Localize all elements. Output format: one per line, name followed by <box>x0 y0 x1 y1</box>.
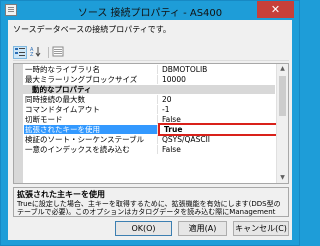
help-title: 拡張された主キーを使用 <box>17 190 105 199</box>
title-bar[interactable]: ソース 接続プロパティ - AS400 ✕ <box>1 1 299 20</box>
grid-scrollbar[interactable]: ▲ ▼ <box>276 64 288 183</box>
category-label: 動的なプロパティ <box>32 85 92 94</box>
category-dynamic-properties[interactable]: ▲ 動的なプロパティ <box>23 85 275 94</box>
scroll-down-arrow-icon[interactable]: ▼ <box>277 173 288 183</box>
dialog-client-area: ソースデータベースの接続プロパティです。 AZ 一時的なライブラリ名 DBMOT… <box>8 20 292 240</box>
svg-text:Z: Z <box>30 52 34 57</box>
property-row-max-connections[interactable]: 同時接続の最大数 20 <box>23 95 275 104</box>
property-pages-icon[interactable] <box>52 46 66 59</box>
help-text: Trueに設定した場合、主キーを取得するために、拡張機能を有効にします(DDS型… <box>17 200 281 216</box>
dropdown-selected-value: True <box>164 125 183 134</box>
property-name: 最大ミラーリングブロックサイズ <box>24 75 158 84</box>
property-value: 10000 <box>162 75 186 84</box>
category-header: ▲ 動的なプロパティ <box>24 85 158 94</box>
scroll-up-arrow-icon[interactable]: ▲ <box>277 64 288 74</box>
property-name: 検証のソート・シーケンステーブル <box>24 135 158 144</box>
property-grid-toolbar: AZ <box>13 46 289 61</box>
property-row-load-unique-index[interactable]: 一意のインデックスを読み込む False <box>23 145 275 154</box>
property-row-temp-library[interactable]: 一時的なライブラリ名 DBMOTOLIB <box>23 65 275 74</box>
property-name: 一時的なライブラリ名 <box>24 65 158 74</box>
toolbar-separator <box>48 47 49 58</box>
cancel-button[interactable]: キャンセル(C) <box>233 221 289 236</box>
property-value: QSYS/QASCII <box>162 135 210 144</box>
property-value: -1 <box>162 105 170 114</box>
dialog-description: ソースデータベースの接続プロパティです。 <box>13 25 171 34</box>
connection-properties-dialog: ソース 接続プロパティ - AS400 ✕ ソースデータベースの接続プロパティで… <box>0 0 300 246</box>
sort-by-category-icon[interactable] <box>13 46 27 59</box>
property-name: コマンドタイムアウト <box>24 105 158 114</box>
property-row-max-block-size[interactable]: 最大ミラーリングブロックサイズ 10000 <box>23 75 275 84</box>
property-value: 20 <box>162 95 172 104</box>
property-row-command-timeout[interactable]: コマンドタイムアウト -1 <box>23 105 275 114</box>
property-name: 一意のインデックスを読み込む <box>24 145 158 154</box>
window-title: ソース 接続プロパティ - AS400 <box>77 8 223 19</box>
property-name: 同時接続の最大数 <box>24 95 158 104</box>
property-value: DBMOTOLIB <box>162 65 208 74</box>
close-button[interactable]: ✕ <box>257 1 294 18</box>
scroll-thumb[interactable] <box>279 76 286 116</box>
property-name: 拡張されたキーを使用 <box>24 125 158 134</box>
grid-gutter <box>14 64 23 183</box>
property-grid: 一時的なライブラリ名 DBMOTOLIB 最大ミラーリングブロックサイズ 100… <box>13 63 289 184</box>
property-help-pane: 拡張された主キーを使用 Trueに設定した場合、主キーを取得するために、拡張機能… <box>13 187 289 217</box>
property-row-sort-sequence-table[interactable]: 検証のソート・シーケンステーブル QSYS/QASCII <box>23 135 275 144</box>
sort-alphabetical-icon[interactable]: AZ <box>30 46 44 59</box>
apply-button[interactable]: 適用(A) <box>178 221 227 236</box>
property-name: 切断モード <box>24 115 158 124</box>
ok-button[interactable]: OK(O) <box>115 221 172 236</box>
property-value: False <box>162 145 181 154</box>
property-row-use-extended-keys[interactable]: 拡張されたキーを使用 True ⌄ <box>23 123 288 136</box>
